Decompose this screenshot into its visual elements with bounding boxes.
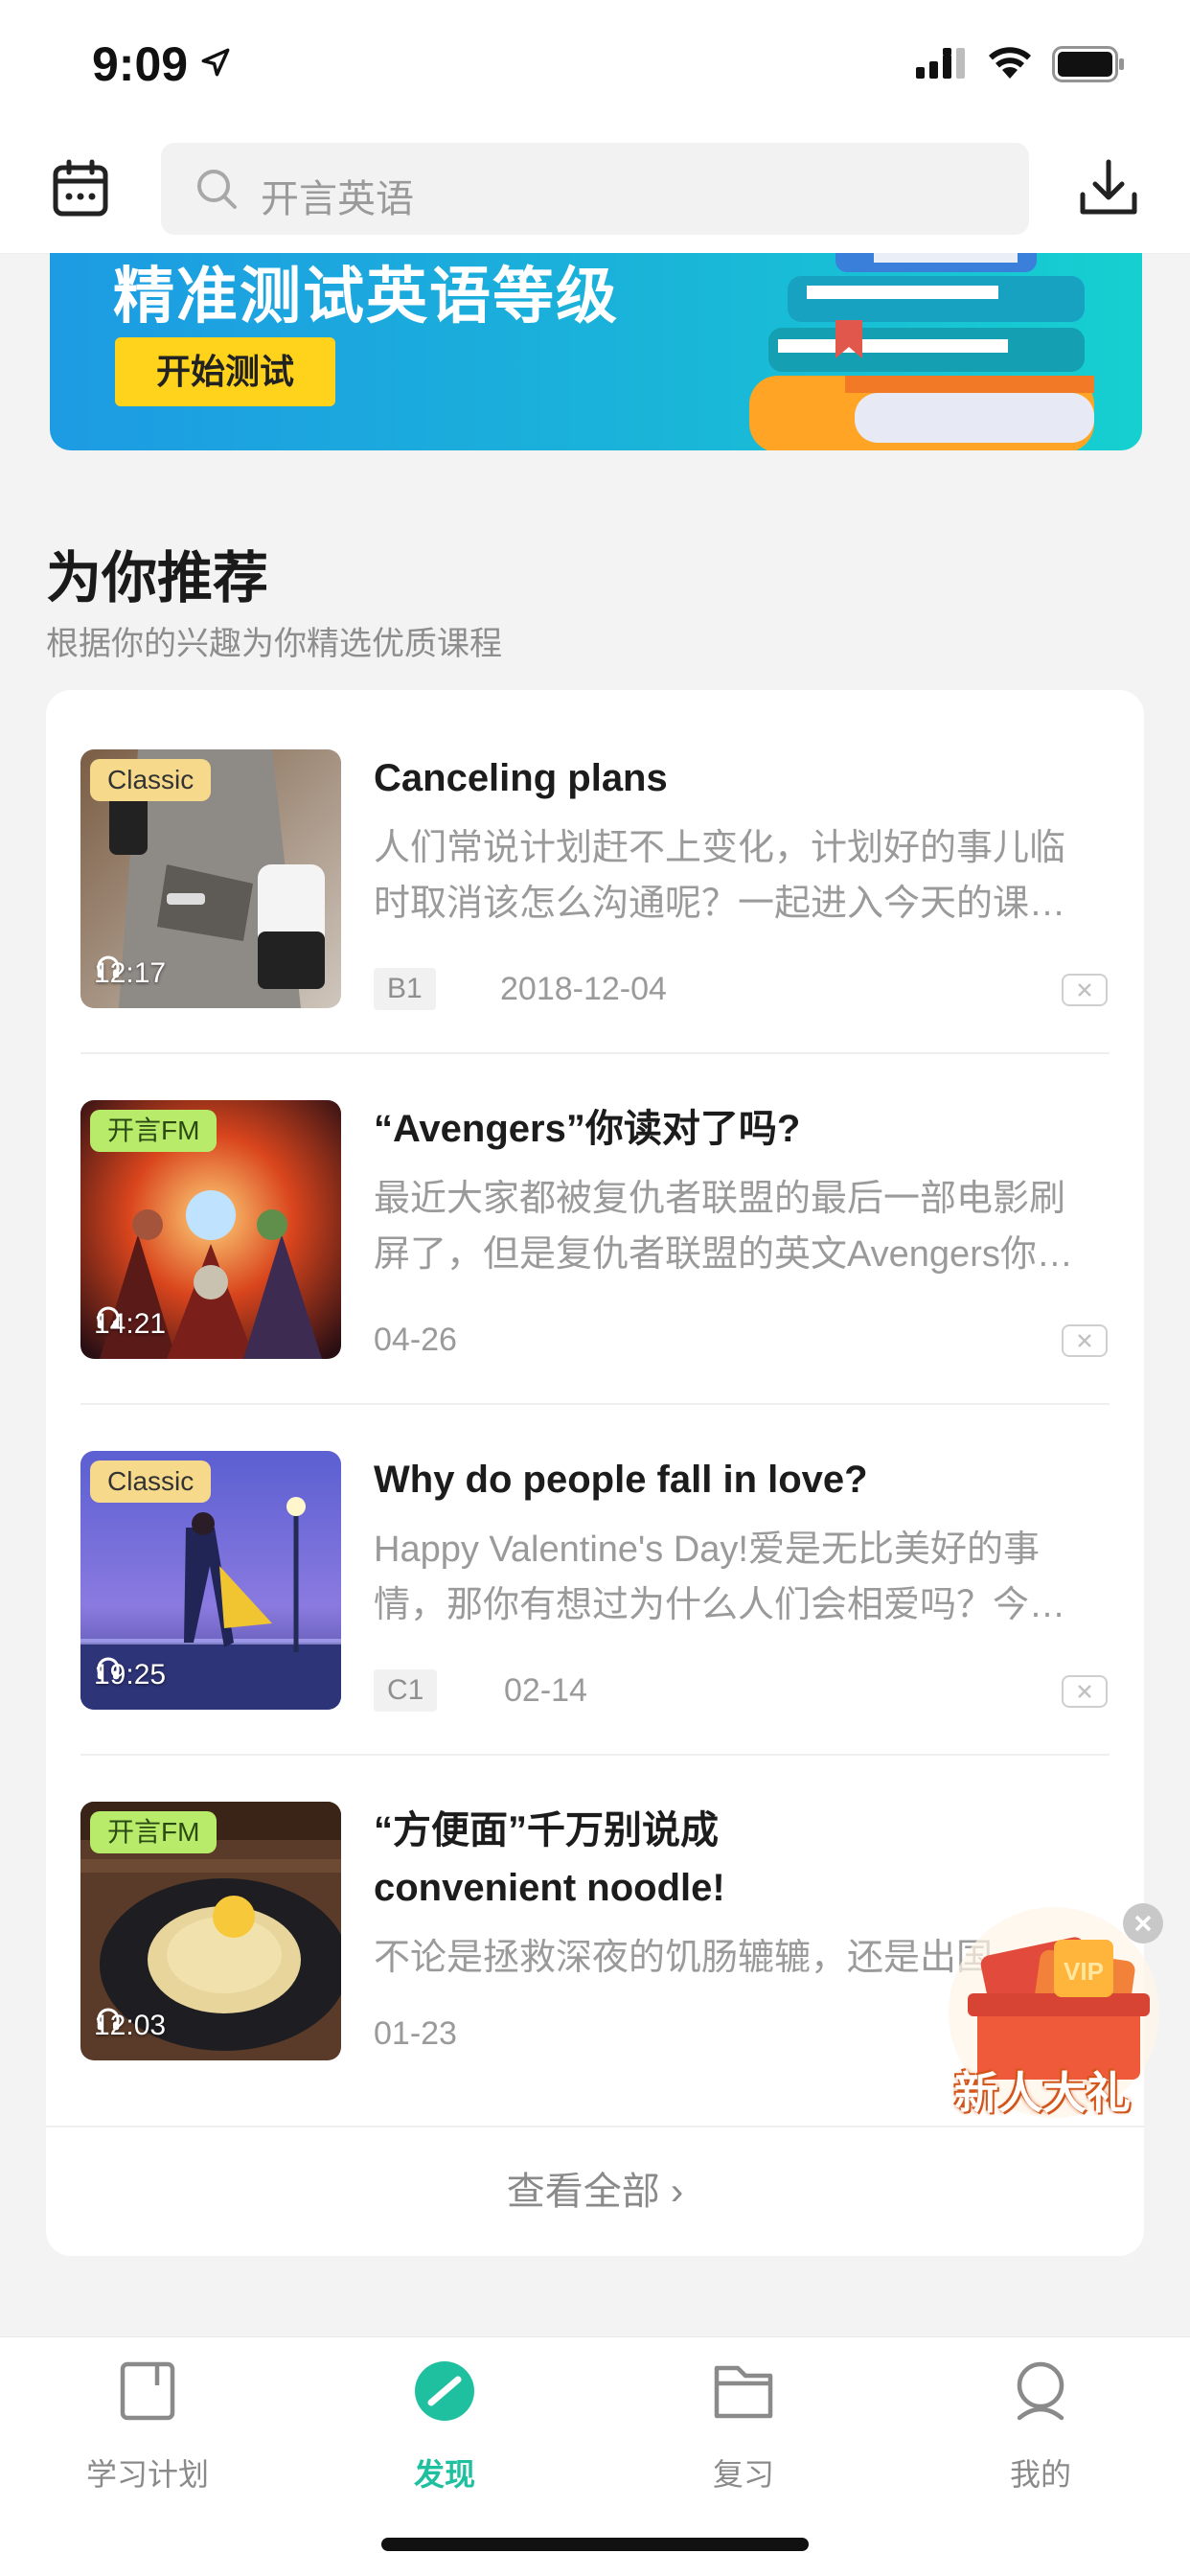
app-screen: 9:09 开言英语 精准测试英语等级 开始测试 为你推荐 根据你的兴趣为你精选优…: [0, 0, 1190, 2576]
banner-title: 精准测试英语等级: [113, 262, 619, 331]
course-duration: 19:25: [94, 1654, 166, 1696]
search-input[interactable]: 开言英语: [161, 143, 1029, 235]
user-icon: [1017, 2361, 1064, 2421]
course-date: 01-23: [374, 2015, 457, 2052]
course-desc-line-2: 情，那你有想过为什么人们会相爱吗？今…: [374, 1585, 1066, 1625]
level-test-banner[interactable]: 精准测试英语等级 开始测试: [50, 253, 1142, 450]
dismiss-button[interactable]: [1062, 1324, 1108, 1357]
course-date: 04-26: [374, 1322, 457, 1358]
close-icon: [1078, 983, 1091, 997]
section-subtitle: 根据你的兴趣为你精选优质课程: [46, 626, 502, 662]
course-desc-line-1: 人们常说计划赶不上变化，计划好的事儿临: [374, 828, 1066, 868]
course-desc-line-2: 屏了，但是复仇者联盟的英文Avengers你…: [374, 1234, 1073, 1275]
headphones-icon: [97, 1657, 120, 1680]
tab-label: 学习计划: [85, 2457, 209, 2492]
list-item[interactable]: 开言FM 14:21 “Avengers”你读对了吗? 最近大家都被复仇者联盟的…: [80, 1041, 1110, 1392]
close-icon: [1078, 1685, 1091, 1698]
notebook-icon: [120, 2361, 175, 2421]
status-bar: 9:09: [0, 0, 1190, 129]
course-thumbnail: Classic 12:17: [80, 749, 341, 1008]
course-tag: Classic: [90, 1460, 212, 1503]
tab-discover[interactable]: 发现: [349, 2349, 540, 2512]
search-icon: [197, 170, 237, 209]
course-duration: 14:21: [94, 1303, 166, 1346]
dismiss-button[interactable]: [1062, 974, 1108, 1006]
promo-close-button[interactable]: [1123, 1903, 1163, 1944]
wifi-icon: [989, 47, 1031, 79]
calendar-icon[interactable]: [50, 158, 111, 219]
tab-label: 复习: [712, 2457, 774, 2492]
vip-badge: VIP: [1064, 1957, 1104, 1986]
tab-label: 发现: [413, 2457, 475, 2492]
list-item[interactable]: Classic 19:25 Why do people fall in love…: [80, 1392, 1110, 1742]
course-desc-line-1: 最近大家都被复仇者联盟的最后一部电影刷: [374, 1179, 1066, 1219]
view-all-link[interactable]: 查看全部 ›: [46, 2160, 1144, 2216]
promo-label: 新人大礼: [954, 2068, 1131, 2118]
level-badge: C1: [374, 1669, 438, 1712]
course-title: “Avengers”你读对了吗?: [374, 1108, 801, 1150]
section-title: 为你推荐: [46, 547, 269, 610]
top-header: 开言英语: [0, 129, 1190, 254]
course-title: Canceling plans: [374, 757, 668, 799]
location-arrow-icon: [201, 48, 230, 77]
course-thumbnail: 开言FM 14:21: [80, 1100, 341, 1359]
tab-study-plan[interactable]: 学习计划: [52, 2349, 243, 2512]
status-time: 9:09: [92, 37, 189, 91]
close-icon: [1134, 1915, 1152, 1932]
course-duration: 12:03: [94, 2005, 166, 2047]
headphones-icon: [97, 1306, 120, 1329]
course-thumbnail: 开言FM 12:03: [80, 1802, 341, 2060]
close-icon: [1078, 1334, 1091, 1347]
tab-me[interactable]: 我的: [945, 2349, 1136, 2512]
books-illustration: [749, 253, 1094, 450]
course-desc-line-2: 时取消该怎么沟通呢？一起进入今天的课…: [374, 884, 1066, 924]
headphones-icon: [97, 2008, 120, 2031]
course-tag: Classic: [90, 759, 212, 801]
start-test-button[interactable]: 开始测试: [115, 337, 335, 406]
compass-icon: [415, 2361, 474, 2421]
course-thumbnail: Classic 19:25: [80, 1451, 341, 1710]
download-icon[interactable]: [1077, 156, 1140, 219]
course-tag: 开言FM: [90, 1811, 217, 1853]
headphones-icon: [97, 955, 120, 978]
battery-icon: [1052, 46, 1124, 82]
course-tag: 开言FM: [90, 1110, 217, 1152]
tab-review[interactable]: 复习: [648, 2349, 839, 2512]
course-duration: 12:17: [94, 953, 166, 995]
course-title-line-1: “方便面”千万别说成: [374, 1809, 719, 1852]
dismiss-button[interactable]: [1062, 1675, 1108, 1708]
course-date: 2018-12-04: [500, 971, 667, 1007]
course-desc-line-1: 不论是拯救深夜的饥肠辘辘，还是出国: [374, 1938, 994, 1978]
cellular-signal-icon: [916, 48, 965, 79]
home-indicator: [381, 2538, 809, 2551]
level-badge: B1: [374, 968, 436, 1010]
search-placeholder: 开言英语: [261, 178, 414, 220]
list-item[interactable]: Classic 12:17 Canceling plans 人们常说计划赶不上变…: [80, 690, 1110, 1041]
folder-icon: [714, 2365, 773, 2419]
course-title: Why do people fall in love?: [374, 1459, 868, 1501]
course-date: 02-14: [504, 1672, 587, 1709]
tab-label: 我的: [1009, 2457, 1071, 2492]
course-desc-line-1: Happy Valentine's Day!爱是无比美好的事: [374, 1530, 1040, 1570]
